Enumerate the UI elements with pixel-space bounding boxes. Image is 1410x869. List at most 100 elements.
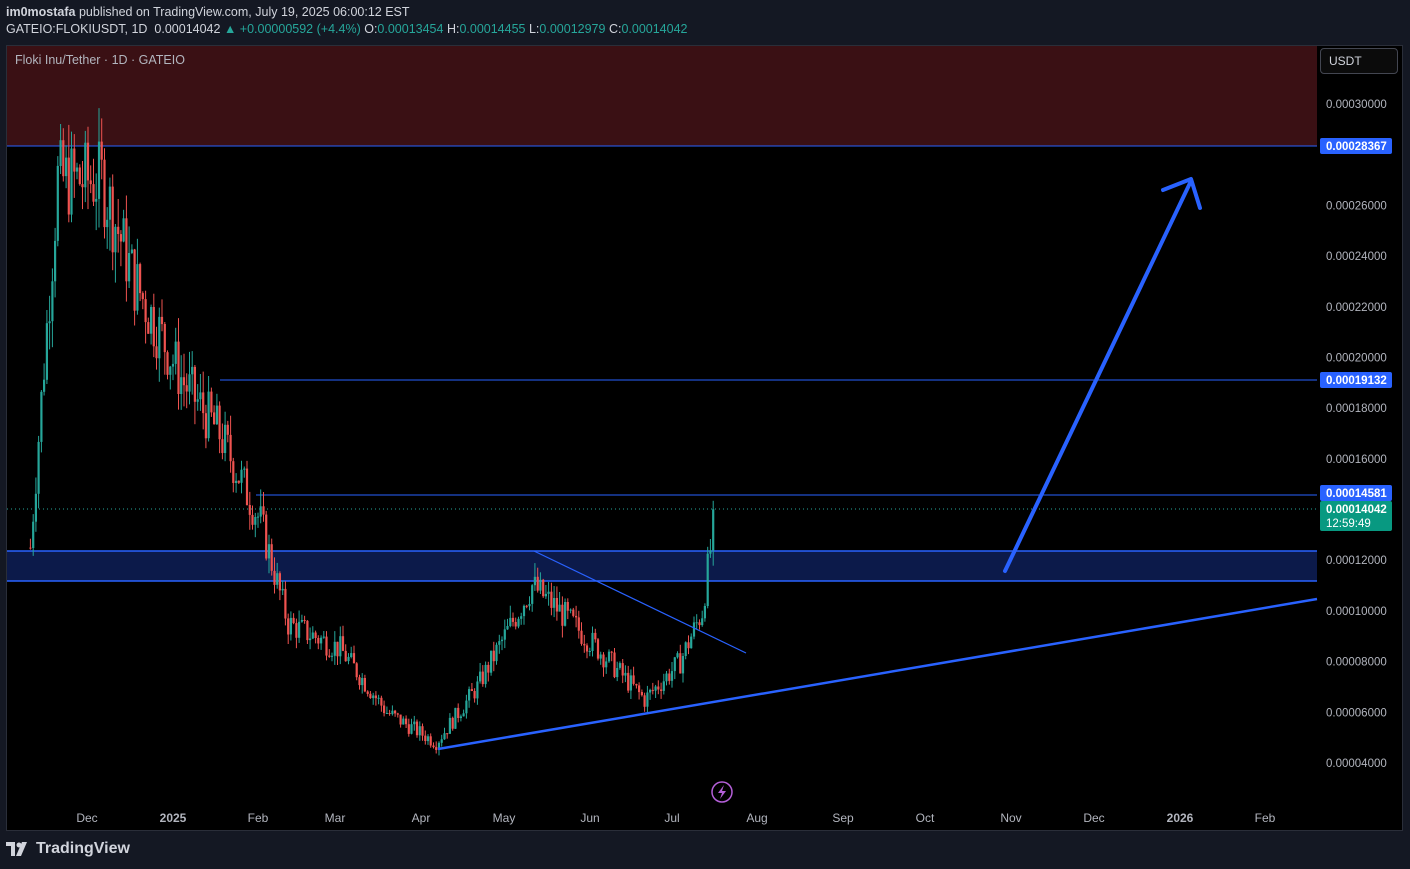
candle-down: [432, 745, 435, 748]
candle-down: [358, 677, 361, 686]
candle-up: [498, 641, 501, 645]
candle-up: [503, 629, 506, 640]
candle-up: [322, 636, 325, 638]
x-tick-label: Jul: [664, 811, 679, 825]
candle-down: [117, 226, 120, 234]
candle-up: [654, 686, 657, 691]
candle-up: [662, 681, 665, 691]
candle-down: [213, 412, 216, 425]
candle-up: [509, 617, 512, 626]
candle-down: [388, 713, 391, 714]
y-axis[interactable]: 0.00004000 0.00006000 0.00008000 0.00010000…: [1326, 99, 1387, 770]
candle-up: [500, 639, 504, 642]
candle-down: [525, 605, 528, 607]
candle-down: [470, 689, 473, 691]
candle-down: [202, 392, 205, 414]
candle-up: [468, 689, 471, 701]
candle-down: [668, 673, 671, 681]
candle-down: [141, 293, 144, 300]
candle-up: [629, 675, 632, 691]
candle-down: [248, 505, 251, 515]
last-price-tag-text: 0.00014042: [1326, 504, 1387, 516]
candle-down: [62, 140, 65, 177]
candle-down: [394, 710, 397, 714]
candle-down: [429, 736, 432, 746]
candle-up: [224, 424, 227, 453]
candle-down: [111, 186, 114, 253]
candle-up: [706, 553, 709, 606]
brand-name[interactable]: TradingView: [36, 840, 130, 858]
price-chart[interactable]: 0.00004000 0.00006000 0.00008000 0.00010000…: [0, 0, 1410, 869]
candle-up: [114, 226, 117, 253]
y-tick-label: 0.00016000: [1326, 454, 1387, 466]
candle-down: [492, 650, 495, 662]
candle-down: [363, 678, 366, 692]
candle-up: [347, 656, 350, 662]
x-tick-label: Sep: [832, 811, 854, 825]
candle-up: [426, 736, 430, 742]
candle-up: [701, 618, 704, 626]
candle-down: [583, 643, 586, 646]
candle-up: [48, 321, 51, 324]
candle-down: [251, 514, 254, 525]
chart-legend[interactable]: Floki Inu/Tether · 1D · GATEIO: [15, 53, 185, 67]
candle-up: [45, 323, 48, 380]
candle-up: [465, 700, 468, 714]
candle-up: [106, 219, 109, 228]
candle-up: [108, 186, 111, 220]
candle-up: [539, 579, 542, 591]
candle-down: [657, 686, 660, 690]
candle-down: [435, 747, 438, 750]
x-tick-label: Oct: [916, 811, 935, 825]
candle-down: [237, 480, 240, 483]
support-zone: [7, 551, 1317, 581]
candle-down: [542, 579, 545, 597]
x-axis[interactable]: Dec 2025 Feb Mar Apr May Jun Jul Aug Sep Oct Nov Dec…: [76, 811, 1275, 825]
candle-up: [37, 441, 40, 494]
candle-down: [92, 184, 95, 202]
x-tick-label: Dec: [1083, 811, 1104, 825]
x-tick-label: Feb: [248, 811, 269, 825]
candle-up: [684, 642, 687, 656]
footer: TradingView: [6, 840, 130, 858]
price-tag-14581: 0.00014581: [1320, 485, 1392, 501]
candle-down: [245, 468, 249, 505]
projection-arrow[interactable]: [1003, 179, 1193, 573]
ascending-trendline[interactable]: [437, 597, 1318, 751]
candle-down: [147, 322, 150, 334]
candle-up: [607, 651, 611, 662]
candle-up: [476, 681, 479, 699]
candle-down: [421, 726, 424, 736]
candle-up: [267, 544, 271, 559]
candle-up: [448, 717, 451, 734]
tradingview-logo-icon[interactable]: [6, 842, 30, 856]
candle-down: [273, 570, 276, 585]
candle-up: [43, 379, 46, 392]
candle-down: [621, 663, 624, 676]
candle-down: [407, 724, 410, 734]
candle-down: [67, 157, 70, 215]
candle-up: [158, 316, 161, 359]
candle-down: [185, 385, 188, 392]
candle-down: [226, 424, 229, 435]
candle-down: [100, 141, 103, 160]
candle-down: [314, 632, 317, 638]
candle-down: [366, 691, 369, 694]
candle-down: [594, 632, 597, 640]
candle-up: [670, 671, 674, 681]
candle-up: [495, 644, 498, 662]
lightning-icon[interactable]: [711, 781, 733, 803]
candle-up: [459, 716, 462, 718]
candle-up: [618, 663, 621, 668]
candle-down: [144, 299, 147, 323]
candle-up: [75, 167, 79, 172]
price-tag-19132-text: 0.00019132: [1326, 375, 1387, 387]
candle-up: [339, 636, 342, 657]
candle-up: [484, 664, 487, 685]
candle-down: [575, 615, 578, 618]
currency-button[interactable]: USDT: [1320, 48, 1398, 74]
x-tick-label: Mar: [325, 811, 346, 825]
candle-down: [596, 639, 600, 659]
y-tick-label: 0.00008000: [1326, 657, 1387, 669]
candle-down: [487, 664, 490, 673]
